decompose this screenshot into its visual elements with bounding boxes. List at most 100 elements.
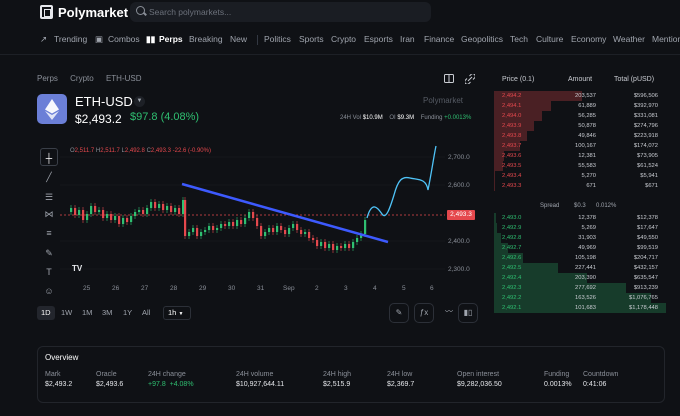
breadcrumb-crypto[interactable]: Crypto bbox=[70, 74, 94, 83]
candle bbox=[280, 226, 283, 230]
candle bbox=[98, 210, 101, 212]
ask-row[interactable]: 2,494.1 61,889 $392,970 bbox=[494, 101, 666, 111]
bid-price: 2,493.0 bbox=[502, 215, 522, 221]
bid-total: $1,178,448 bbox=[628, 305, 658, 311]
bid-row[interactable]: 2,492.1 101,683 $1,178,448 bbox=[494, 303, 666, 313]
candle bbox=[170, 206, 173, 212]
tf-all[interactable]: All bbox=[138, 306, 154, 320]
nav-new[interactable]: New bbox=[230, 34, 247, 44]
tf-1d[interactable]: 1D bbox=[37, 306, 55, 320]
tf-3m[interactable]: 3M bbox=[98, 306, 116, 320]
trendline-tool-icon[interactable]: ╱ bbox=[40, 168, 58, 186]
nav-tech[interactable]: Tech bbox=[510, 34, 528, 44]
ask-price: 2,493.9 bbox=[502, 123, 522, 129]
bid-depth-bar bbox=[494, 223, 497, 233]
brush-icon[interactable]: ✎ bbox=[40, 244, 58, 262]
pencil-icon[interactable]: ✎ bbox=[389, 303, 409, 323]
perps-icon: ▮▮ bbox=[146, 34, 156, 44]
bid-row[interactable]: 2,492.5 227,441 $432,157 bbox=[494, 263, 666, 273]
interval-select[interactable]: 1h ▼ bbox=[163, 306, 191, 320]
ob-price-header[interactable]: Price (0.1) bbox=[502, 76, 534, 83]
polymarket-logo-icon[interactable] bbox=[40, 5, 53, 19]
date-tick: 31 bbox=[257, 285, 265, 292]
ask-amount: 203,537 bbox=[575, 93, 596, 99]
price-chart[interactable]: TV bbox=[60, 140, 445, 280]
ask-row[interactable]: 2,493.6 12,381 $73,905 bbox=[494, 151, 666, 161]
ov-24h-low: 24H low $2,369.7 bbox=[387, 371, 415, 388]
nav-economy[interactable]: Economy bbox=[571, 34, 606, 44]
emoji-icon[interactable]: ☺ bbox=[40, 282, 58, 300]
bid-row[interactable]: 2,492.4 203,390 $635,547 bbox=[494, 273, 666, 283]
candle bbox=[344, 244, 347, 248]
ethereum-icon bbox=[37, 94, 67, 124]
crosshair-icon[interactable]: ┼ bbox=[40, 148, 58, 166]
line-chart-icon[interactable]: 〰 bbox=[439, 303, 459, 323]
ask-row[interactable]: 2,494.2 203,537 $596,506 bbox=[494, 91, 666, 101]
pattern-tool-icon[interactable]: ⋈ bbox=[40, 205, 58, 223]
ask-row[interactable]: 2,493.5 55,583 $61,524 bbox=[494, 161, 666, 171]
nav-iran[interactable]: Iran bbox=[400, 34, 415, 44]
nav-finance[interactable]: Finance bbox=[424, 34, 454, 44]
fib-tool-icon[interactable]: ≡ bbox=[40, 224, 58, 242]
bid-row[interactable]: 2,492.3 277,692 $913,239 bbox=[494, 283, 666, 293]
bid-row[interactable]: 2,492.2 163,526 $1,076,765 bbox=[494, 293, 666, 303]
tf-1w[interactable]: 1W bbox=[57, 306, 76, 320]
nav-mention[interactable]: Mention bbox=[652, 34, 680, 44]
candle bbox=[200, 232, 203, 236]
ask-price: 2,494.2 bbox=[502, 93, 522, 99]
ov-24h-change: 24H change +97.8 +4.08% bbox=[148, 371, 194, 388]
nav-crypto[interactable]: Crypto bbox=[331, 34, 356, 44]
ask-amount: 56,285 bbox=[578, 113, 596, 119]
book-icon[interactable] bbox=[444, 74, 454, 83]
candle bbox=[316, 240, 319, 246]
candle bbox=[118, 216, 121, 224]
breadcrumb-pair[interactable]: ETH-USD bbox=[106, 74, 142, 83]
nav-sports[interactable]: Sports bbox=[299, 34, 324, 44]
text-tool-icon[interactable]: T bbox=[40, 263, 58, 281]
ask-row[interactable]: 2,493.8 49,846 $223,918 bbox=[494, 131, 666, 141]
nav-politics[interactable]: Politics bbox=[264, 34, 291, 44]
nav-esports[interactable]: Esports bbox=[364, 34, 393, 44]
bid-row[interactable]: 2,492.7 49,969 $99,519 bbox=[494, 243, 666, 253]
candle bbox=[126, 218, 129, 222]
formula-icon[interactable]: ƒx bbox=[414, 303, 434, 323]
ask-row[interactable]: 2,493.4 5,270 $5,941 bbox=[494, 171, 666, 181]
bid-row[interactable]: 2,492.9 5,269 $17,647 bbox=[494, 223, 666, 233]
link-icon[interactable] bbox=[465, 74, 475, 84]
nav-combos[interactable]: Combos bbox=[108, 34, 140, 44]
bid-row[interactable]: 2,492.8 31,903 $49,550 bbox=[494, 233, 666, 243]
bid-row[interactable]: 2,492.6 105,198 $204,717 bbox=[494, 253, 666, 263]
bid-price: 2,492.3 bbox=[502, 285, 522, 291]
chevron-down-icon[interactable]: ▼ bbox=[134, 96, 145, 107]
nav-divider bbox=[257, 35, 258, 45]
polymarket-watermark: Polymarket bbox=[423, 96, 464, 105]
candle bbox=[268, 228, 271, 232]
breadcrumb-perps[interactable]: Perps bbox=[37, 74, 58, 83]
funding-label: Funding bbox=[420, 115, 443, 121]
nav-culture[interactable]: Culture bbox=[536, 34, 563, 44]
horizontal-lines-icon[interactable]: ☰ bbox=[40, 188, 58, 206]
pair-title[interactable]: ETH-USD bbox=[75, 94, 133, 109]
tf-1y[interactable]: 1Y bbox=[119, 306, 136, 320]
ask-row[interactable]: 2,494.0 56,285 $331,081 bbox=[494, 111, 666, 121]
nav-breaking[interactable]: Breaking bbox=[189, 34, 223, 44]
candle bbox=[146, 208, 149, 214]
nav-perps[interactable]: Perps bbox=[159, 34, 183, 44]
ask-row[interactable]: 2,493.9 50,878 $274,796 bbox=[494, 121, 666, 131]
nav-weather[interactable]: Weather bbox=[613, 34, 645, 44]
tf-1m[interactable]: 1M bbox=[78, 306, 96, 320]
candle bbox=[236, 220, 239, 226]
logo-text[interactable]: Polymarket bbox=[58, 5, 128, 20]
ask-depth-bar bbox=[494, 181, 495, 191]
candle bbox=[300, 230, 303, 234]
ask-row[interactable]: 2,493.7 100,167 $174,072 bbox=[494, 141, 666, 151]
bid-amount: 277,692 bbox=[575, 285, 596, 291]
candle-chart-icon[interactable]: ▮▯ bbox=[458, 303, 478, 323]
date-tick: 26 bbox=[112, 285, 120, 292]
bid-row[interactable]: 2,493.0 12,378 $12,378 bbox=[494, 213, 666, 223]
nav-geopolitics[interactable]: Geopolitics bbox=[461, 34, 503, 44]
ask-row[interactable]: 2,493.3 671 $671 bbox=[494, 181, 666, 191]
bid-total: $17,647 bbox=[637, 225, 658, 231]
nav-trending[interactable]: Trending bbox=[54, 34, 87, 44]
candle bbox=[174, 208, 177, 212]
